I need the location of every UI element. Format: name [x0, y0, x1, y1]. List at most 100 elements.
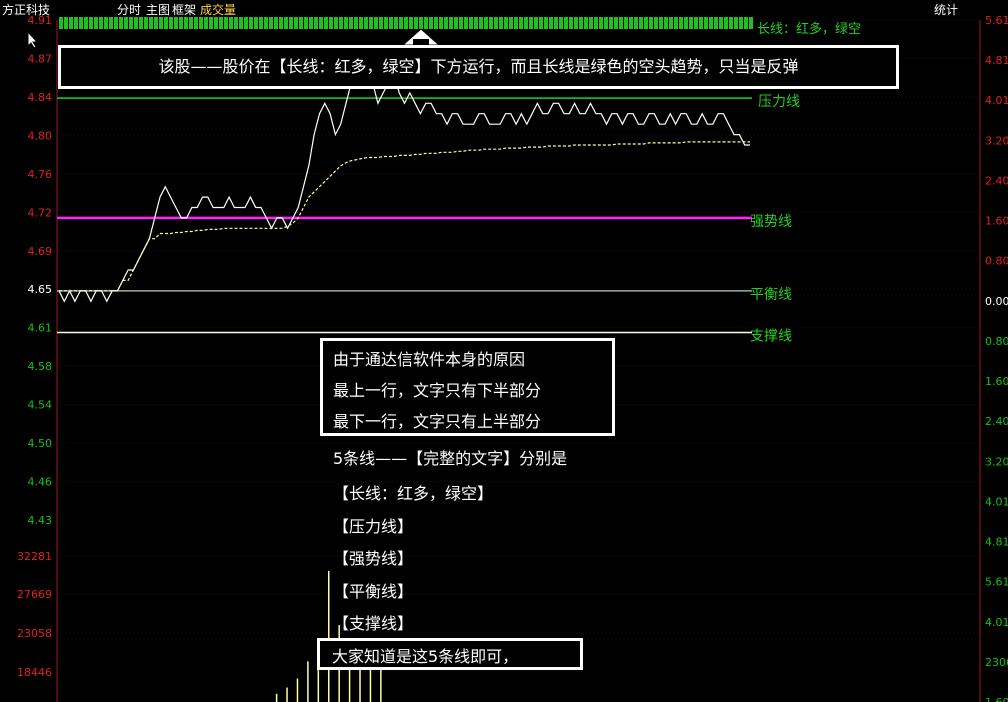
long-line-segment	[509, 17, 513, 29]
note-line-3: 最下一行，文字只有上半部分	[333, 412, 542, 431]
up-arrow-icon	[401, 28, 441, 46]
long-line-segment	[294, 17, 298, 29]
long-line-segment	[749, 17, 753, 29]
long-line-segment	[454, 17, 458, 29]
long-line-segment	[719, 17, 723, 29]
right-tick-label: 2.40	[985, 174, 1008, 187]
right-tick-label: 1.60	[985, 215, 1008, 228]
long-line-segment	[559, 17, 563, 29]
long-line-segment	[319, 17, 323, 29]
long-line-segment	[324, 17, 328, 29]
long-line-segment	[199, 17, 203, 29]
long-line-segment	[694, 17, 698, 29]
long-line-segment	[489, 17, 493, 29]
long-line-segment	[284, 17, 288, 29]
price-tick-label: 4.65	[28, 283, 53, 296]
right-tick-label: 3.20	[985, 134, 1008, 147]
right-tick-label: 3.20	[985, 455, 1008, 468]
long-line-segment	[69, 17, 73, 29]
long-line-segment	[444, 17, 448, 29]
volume-tick-label: 32281	[17, 550, 52, 563]
long-line-segment	[474, 17, 478, 29]
price-tick-label: 4.69	[28, 245, 53, 258]
line-item-long: 【长线：红多，绿空】	[333, 484, 494, 503]
long-line-segment	[164, 17, 168, 29]
stock-name: 方正科技	[2, 3, 51, 17]
long-line-segment	[514, 17, 518, 29]
long-line-segment	[234, 17, 238, 29]
software-note-box: 由于通达信软件本身的原因 最上一行，文字只有下半部分 最下一行，文字只有上半部分	[320, 338, 615, 436]
line-item-pressure: 【压力线】	[333, 517, 414, 536]
long-line-segment	[334, 17, 338, 29]
price-tick-label: 4.84	[28, 91, 53, 104]
long-line-segment	[649, 17, 653, 29]
long-line-segment	[64, 17, 68, 29]
long-line-segment	[644, 17, 648, 29]
long-line-segment	[349, 17, 353, 29]
long-line-segment	[339, 17, 343, 29]
long-line-segment	[229, 17, 233, 29]
long-line-segment	[669, 17, 673, 29]
long-line-segment	[684, 17, 688, 29]
line-item-support: 【支撑线】	[333, 614, 414, 633]
right-tick-label: 2.40	[985, 415, 1008, 428]
long-line-segment	[744, 17, 748, 29]
right-tick-label: 5.61	[985, 576, 1008, 589]
long-line-segment	[134, 17, 138, 29]
long-line-label: 长线：红多，绿空	[757, 21, 861, 37]
long-line-segment	[664, 17, 668, 29]
long-line-segment	[274, 17, 278, 29]
long-line-segment	[189, 17, 193, 29]
long-line-segment	[269, 17, 273, 29]
long-line-segment	[359, 17, 363, 29]
long-line-segment	[169, 17, 173, 29]
stats-button[interactable]: 统计	[934, 1, 958, 18]
long-line-segment	[129, 17, 133, 29]
right-tick-label: 1.60	[985, 696, 1008, 702]
price-tick-label: 4.54	[28, 399, 53, 412]
long-line-segment	[499, 17, 503, 29]
long-line-segment	[529, 17, 533, 29]
volume-label: 成交量	[200, 3, 237, 17]
reference-line-label: 平衡线	[750, 287, 792, 303]
price-tick-label: 4.76	[28, 168, 53, 181]
long-line-segment	[219, 17, 223, 29]
right-tick-label: 1.60	[985, 375, 1008, 388]
long-line-segment	[614, 17, 618, 29]
long-line-segment	[519, 17, 523, 29]
note-line-2: 最上一行，文字只有下半部分	[333, 381, 542, 400]
tab-timeshare[interactable]: 分时	[117, 1, 141, 18]
long-line-segment	[159, 17, 163, 29]
long-line-segment	[179, 17, 183, 29]
long-line-segment	[484, 17, 488, 29]
price-tick-label: 4.87	[28, 52, 53, 65]
long-line-segment	[679, 17, 683, 29]
long-line-segment	[494, 17, 498, 29]
right-tick-label: 4.01	[985, 616, 1008, 629]
closing-note-box: 大家知道是这5条线即可，	[317, 638, 583, 670]
long-line-segment	[609, 17, 613, 29]
long-line-segment	[384, 17, 388, 29]
tab-frame[interactable]: 框架	[172, 1, 196, 18]
long-line-segment	[579, 17, 583, 29]
price-tick-label: 4.61	[28, 322, 53, 335]
price-tick-label: 4.50	[28, 437, 53, 450]
long-line-segment	[464, 17, 468, 29]
long-line-segment	[299, 17, 303, 29]
long-line-segment	[624, 17, 628, 29]
long-line-segment	[574, 17, 578, 29]
reference-line-label: 支撑线	[750, 329, 792, 345]
long-line-segment	[309, 17, 313, 29]
long-line-segment	[734, 17, 738, 29]
long-line-segment	[149, 17, 153, 29]
long-line-segment	[724, 17, 728, 29]
tab-main-chart[interactable]: 主图	[146, 1, 170, 18]
long-line-segment	[119, 17, 123, 29]
long-line-segment	[674, 17, 678, 29]
right-tick-label: 0.80	[985, 335, 1008, 348]
five-lines-title: 5条线——【完整的文字】分别是	[333, 449, 568, 468]
long-line-segment	[224, 17, 228, 29]
long-line-segment	[554, 17, 558, 29]
long-line-segment	[204, 17, 208, 29]
long-line-segment	[589, 17, 593, 29]
